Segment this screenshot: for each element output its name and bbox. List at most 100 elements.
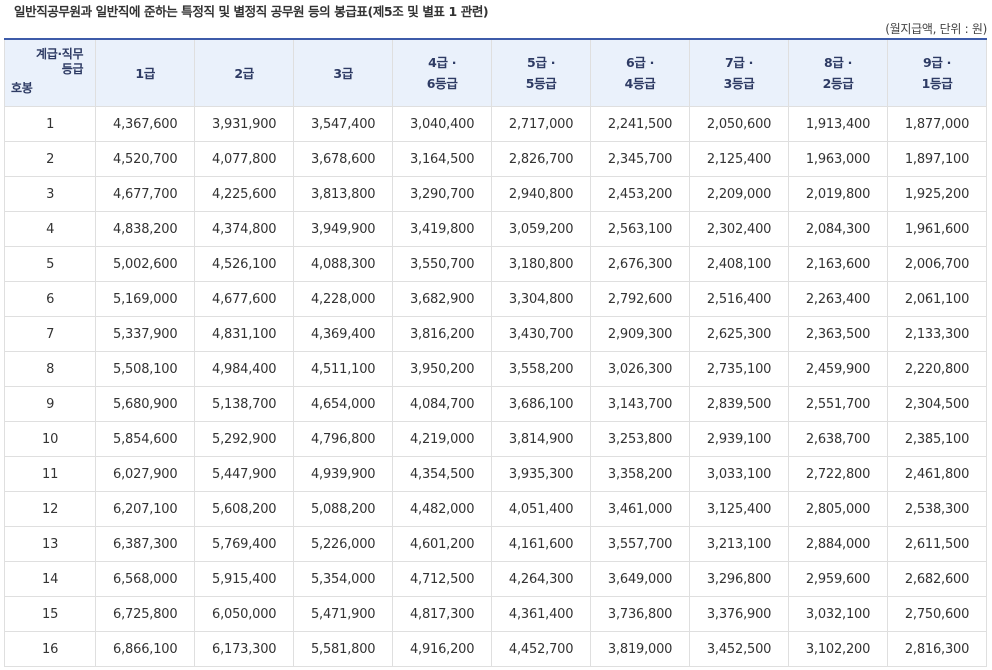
step-cell: 9 [3, 386, 97, 422]
table-row: 2 4,520,700 4,077,800 3,678,600 3,164,500 2,8… [3, 141, 987, 177]
table-row: 3 4,677,700 4,225,600 3,813,800 3,290,700 2,9… [3, 176, 987, 212]
salary-cell: 3,814,900 [491, 421, 592, 457]
salary-cell: 2,563,100 [590, 211, 691, 247]
salary-cell: 4,984,400 [194, 351, 295, 387]
unit-note: (월지급액, 단위 : 원) [885, 22, 987, 36]
salary-cell: 5,471,900 [293, 596, 394, 632]
salary-cell: 4,228,000 [293, 281, 394, 317]
column-header-line1: 3급 [333, 65, 353, 81]
salary-cell: 2,363,500 [788, 316, 888, 352]
corner-grade-line2: 등급 [61, 62, 84, 76]
salary-cell: 4,369,400 [293, 316, 394, 352]
salary-cell: 4,219,000 [392, 421, 493, 457]
salary-cell: 5,581,800 [293, 631, 394, 667]
salary-cell: 2,750,600 [887, 596, 987, 632]
salary-cell: 4,601,200 [392, 526, 493, 562]
salary-cell: 3,164,500 [392, 141, 493, 177]
salary-cell: 5,680,900 [95, 386, 196, 422]
salary-cell: 4,374,800 [194, 211, 295, 247]
salary-cell: 2,625,300 [689, 316, 790, 352]
salary-cell: 3,682,900 [392, 281, 493, 317]
salary-cell: 4,161,600 [491, 526, 592, 562]
salary-cell: 2,006,700 [887, 246, 987, 282]
salary-cell: 6,387,300 [95, 526, 196, 562]
salary-cell: 5,915,400 [194, 561, 295, 597]
salary-cell: 5,854,600 [95, 421, 196, 457]
step-cell: 5 [3, 246, 97, 282]
salary-cell: 3,358,200 [590, 456, 691, 492]
salary-cell: 3,819,000 [590, 631, 691, 667]
salary-cell: 2,682,600 [887, 561, 987, 597]
step-cell: 7 [3, 316, 97, 352]
salary-cell: 4,452,700 [491, 631, 592, 667]
salary-cell: 1,877,000 [887, 106, 987, 142]
salary-cell: 3,950,200 [392, 351, 493, 387]
salary-cell: 4,520,700 [95, 141, 196, 177]
salary-cell: 2,304,500 [887, 386, 987, 422]
table-row: 4 4,838,200 4,374,800 3,949,900 3,419,800 3,0… [3, 211, 987, 247]
salary-cell: 2,061,100 [887, 281, 987, 317]
salary-cell: 2,220,800 [887, 351, 987, 387]
salary-cell: 3,040,400 [392, 106, 493, 142]
column-header: 2급 [194, 38, 295, 107]
column-header: 5급 · 5등급 [491, 38, 592, 107]
salary-cell: 5,088,200 [293, 491, 394, 527]
salary-cell: 5,354,000 [293, 561, 394, 597]
salary-cell: 4,264,300 [491, 561, 592, 597]
table-row: 9 5,680,900 5,138,700 4,654,000 4,084,700 3,6… [3, 386, 987, 422]
salary-cell: 4,225,600 [194, 176, 295, 212]
column-header-line2: 5등급 [525, 76, 557, 91]
salary-cell: 5,508,100 [95, 351, 196, 387]
salary-cell: 2,241,500 [590, 106, 691, 142]
column-header: 1급 [95, 38, 196, 107]
salary-cell: 3,125,400 [689, 491, 790, 527]
salary-cell: 3,253,800 [590, 421, 691, 457]
salary-cell: 2,792,600 [590, 281, 691, 317]
column-header-line2: 3등급 [723, 76, 755, 91]
column-header-line1: 4급 · [428, 55, 457, 70]
salary-cell: 1,897,100 [887, 141, 987, 177]
salary-cell: 3,931,900 [194, 106, 295, 142]
salary-cell: 3,816,200 [392, 316, 493, 352]
corner-step-label: 호봉 [11, 81, 33, 95]
salary-cell: 3,547,400 [293, 106, 394, 142]
salary-cell: 5,002,600 [95, 246, 196, 282]
salary-cell: 3,033,100 [689, 456, 790, 492]
salary-cell: 2,959,600 [788, 561, 888, 597]
salary-cell: 4,511,100 [293, 351, 394, 387]
table-row: 5 5,002,600 4,526,100 4,088,300 3,550,700 3,1… [3, 246, 987, 282]
salary-cell: 2,263,400 [788, 281, 888, 317]
column-header: 9급 · 1등급 [887, 38, 987, 107]
salary-cell: 3,296,800 [689, 561, 790, 597]
column-header: 8급 · 2등급 [788, 38, 888, 107]
salary-cell: 6,173,300 [194, 631, 295, 667]
salary-cell: 2,676,300 [590, 246, 691, 282]
salary-cell: 2,345,700 [590, 141, 691, 177]
salary-cell: 4,654,000 [293, 386, 394, 422]
step-cell: 8 [3, 351, 97, 387]
salary-cell: 4,077,800 [194, 141, 295, 177]
salary-cell: 4,084,700 [392, 386, 493, 422]
salary-cell: 3,649,000 [590, 561, 691, 597]
salary-cell: 5,169,000 [95, 281, 196, 317]
column-header-line2: 2등급 [822, 76, 854, 91]
table-row: 1 4,367,600 3,931,900 3,547,400 3,040,400 2,7… [3, 106, 987, 142]
table-row: 16 6,866,100 6,173,300 5,581,800 4,916,200 4,… [3, 631, 987, 667]
salary-cell: 4,939,900 [293, 456, 394, 492]
salary-cell: 5,608,200 [194, 491, 295, 527]
salary-cell: 3,026,300 [590, 351, 691, 387]
step-cell: 16 [3, 631, 97, 667]
column-header-line1: 8급 · [823, 55, 853, 70]
salary-cell: 6,568,000 [95, 561, 196, 597]
salary-cell: 4,796,800 [293, 421, 394, 457]
salary-cell: 2,940,800 [491, 176, 592, 212]
step-cell: 3 [3, 176, 97, 212]
salary-cell: 3,678,600 [293, 141, 394, 177]
salary-cell: 5,337,900 [95, 316, 196, 352]
step-cell: 12 [3, 491, 97, 527]
salary-cell: 2,826,700 [491, 141, 592, 177]
table-row: 8 5,508,100 4,984,400 4,511,100 3,950,200 3,5… [3, 351, 987, 387]
table-row: 6 5,169,000 4,677,600 4,228,000 3,682,900 3,3… [3, 281, 987, 317]
salary-cell: 2,722,800 [788, 456, 888, 492]
salary-cell: 3,143,700 [590, 386, 691, 422]
